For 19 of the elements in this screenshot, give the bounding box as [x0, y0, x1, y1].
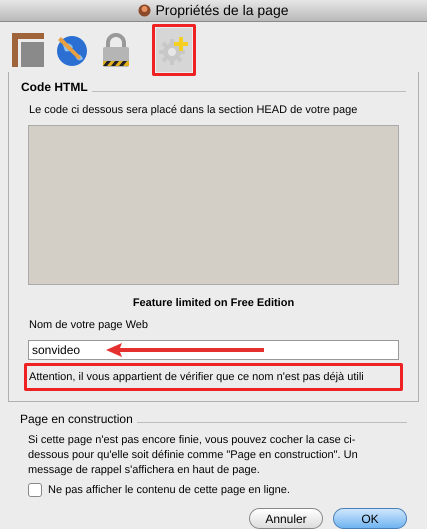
checkbox-label: Ne pas afficher le contenu de cette page en ligne.: [48, 482, 290, 498]
ruler-icon: [12, 33, 44, 67]
notice-text: Feature limited on Free Edition: [132, 296, 296, 310]
section-title: Code HTML: [21, 79, 88, 96]
page-name-field[interactable]: sonvideo: [28, 340, 399, 360]
cancel-button[interactable]: Annuler: [249, 508, 323, 529]
window-title: Propriétés de la page: [155, 1, 289, 20]
ok-button[interactable]: OK: [333, 508, 407, 529]
warning-text: Attention, il vous appartient de vérifier que ce nom n'est pas déjà utili: [29, 370, 365, 384]
gear-plus-icon: [159, 35, 189, 65]
description-text: Le code ci dessous sera placé dans la section HEAD de votre page: [29, 103, 358, 118]
app-icon: [138, 4, 152, 17]
padlock-icon: [101, 33, 131, 67]
section-title: Page en construction: [20, 410, 133, 428]
highlight-frame: [152, 24, 196, 76]
description-text: Si cette page n'est pas encore finie, vous pouvez cocher la case ci-dessous pour qu'elle soit définie comme "Page en construction". Un message de rappel s'affichera en haut de page.: [28, 432, 359, 478]
globe-pencil-icon: [55, 33, 89, 67]
checkbox[interactable]: [28, 482, 42, 497]
field-label: Nom de votre page Web: [29, 318, 150, 333]
